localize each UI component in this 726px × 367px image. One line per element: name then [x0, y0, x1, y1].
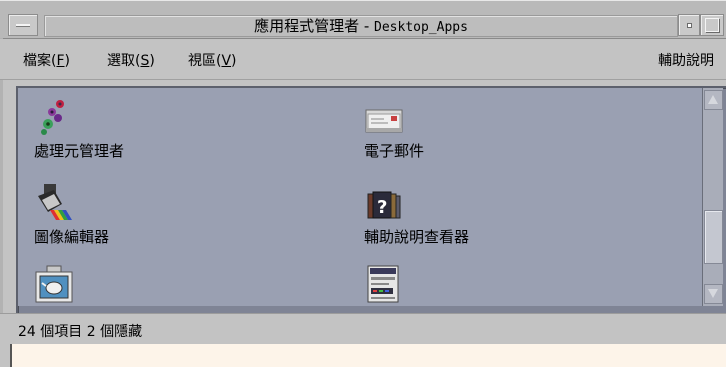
menu-view-mnemonic: V [221, 53, 232, 69]
menu-view-label: 視區( [188, 53, 222, 69]
image-editor-icon [38, 184, 72, 220]
menu-view-close: ) [231, 53, 237, 69]
mail-icon [365, 109, 403, 133]
app-process-manager[interactable]: 處理元管理者 [34, 96, 294, 166]
arrow-up-icon [708, 95, 718, 104]
teapot-icon [35, 265, 73, 303]
help-viewer-icon: ? [367, 191, 401, 219]
app-mail[interactable]: 電子郵件 [364, 96, 624, 166]
menu-file-mnemonic: F [56, 53, 65, 69]
status-bar: 24 個項目 2 個隱藏 [0, 313, 726, 344]
maximize-button[interactable] [700, 14, 724, 36]
window-menu-button[interactable] [8, 14, 38, 36]
menu-view[interactable]: 視區(V) [188, 52, 237, 70]
app-icon-6[interactable] [364, 264, 624, 306]
maximize-icon [705, 18, 719, 32]
footer-area [10, 344, 726, 367]
vertical-scrollbar[interactable] [702, 88, 723, 306]
menu-select-close: ) [149, 53, 155, 69]
icon-label: 輔助說明查看器 [364, 228, 470, 246]
title-prefix: 應用程式管理者 - [254, 17, 375, 35]
title-bar[interactable]: 應用程式管理者 - Desktop_Apps [0, 0, 726, 39]
svg-text:?: ? [377, 197, 387, 218]
icon-view[interactable]: 處理元管理者 電子郵件 圖像編輯器 ? 輔助說明查看器 [18, 88, 702, 306]
scroll-up-button[interactable] [704, 90, 723, 110]
terminal-icon [367, 265, 399, 303]
menu-bar: 檔案(F) 選取(S) 視區(V) 輔助說明 [0, 39, 726, 80]
status-text: 24 個項目 2 個隱藏 [18, 324, 143, 340]
window-title: 應用程式管理者 - Desktop_Apps [44, 15, 678, 37]
app-icon-5[interactable] [34, 264, 294, 306]
scroll-down-button[interactable] [704, 284, 723, 304]
minimize-button[interactable] [678, 14, 700, 36]
title-name: Desktop_Apps [374, 20, 468, 35]
arrow-down-icon [708, 289, 718, 298]
menu-select-label: 選取( [107, 53, 141, 69]
icon-label: 圖像編輯器 [34, 228, 110, 246]
app-image-editor[interactable]: 圖像編輯器 [34, 182, 294, 252]
process-manager-icon [41, 100, 64, 135]
minimize-icon [687, 23, 692, 28]
menu-file-close: ) [64, 53, 70, 69]
menu-help[interactable]: 輔助說明 [658, 52, 714, 70]
menu-file[interactable]: 檔案(F) [23, 52, 70, 70]
window-menu-icon [16, 24, 30, 27]
menu-file-label: 檔案( [23, 53, 57, 69]
scroll-thumb[interactable] [704, 210, 723, 264]
menu-select[interactable]: 選取(S) [107, 52, 155, 70]
icon-label: 處理元管理者 [34, 142, 125, 160]
app-help-viewer[interactable]: ? 輔助說明查看器 [364, 182, 624, 252]
icon-label: 電子郵件 [364, 142, 425, 160]
